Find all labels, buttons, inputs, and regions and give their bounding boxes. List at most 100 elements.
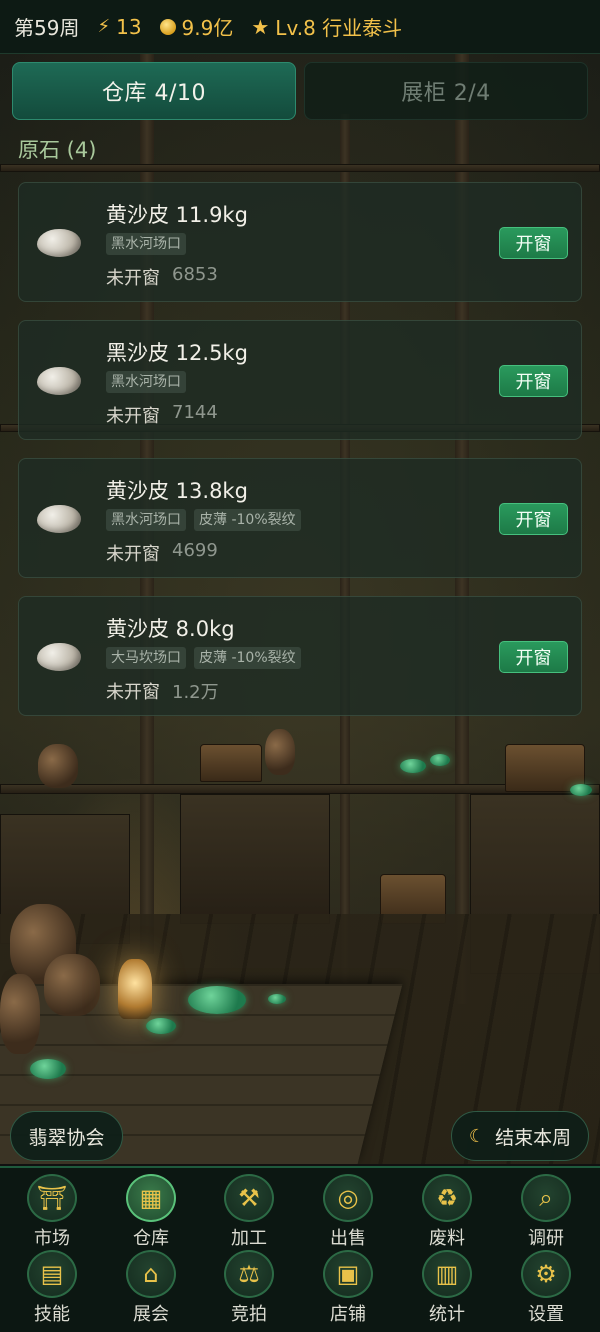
jade-stone	[146, 1018, 176, 1034]
nav-research[interactable]: ⌕ 调研	[501, 1174, 591, 1250]
raw-stone-icon	[37, 643, 81, 671]
treasure-chest	[200, 744, 262, 782]
jar	[265, 729, 295, 775]
tools-icon: ⚒	[224, 1174, 274, 1222]
nav-label: 调研	[528, 1228, 564, 1249]
nav-label: 技能	[34, 1304, 70, 1325]
nav-shop[interactable]: ▣ 店铺	[303, 1250, 393, 1326]
nav-label: 设置	[528, 1304, 564, 1325]
end-week-label: 结束本周	[495, 1126, 572, 1149]
nav-label: 竞拍	[231, 1304, 267, 1325]
status-text: 未开窗	[106, 682, 160, 703]
warehouse-icon: ▦	[126, 1174, 176, 1222]
tab-bar: 仓库 4/10 展柜 2/4	[12, 62, 588, 120]
open-window-button[interactable]: 开窗	[499, 641, 568, 673]
open-window-button[interactable]: 开窗	[499, 365, 568, 397]
status-text: 未开窗	[106, 544, 160, 565]
magnifier-icon: ⌕	[521, 1174, 571, 1222]
stone-name: 黄沙皮 8.0kg	[106, 617, 235, 641]
week-label: 第59周	[14, 16, 80, 40]
coin-icon	[159, 18, 176, 35]
origin-tag: 黑水河场口	[106, 233, 186, 255]
nav-label: 统计	[429, 1304, 465, 1325]
tab-warehouse[interactable]: 仓库 4/10	[12, 62, 296, 120]
raw-stone-icon	[37, 229, 81, 257]
coin-icon: ◎	[323, 1174, 373, 1222]
tag-list: 黑水河场口	[106, 371, 186, 393]
energy-stat: ⚡ 13	[97, 15, 141, 39]
tag-list: 大马坎场口 皮薄 -10%裂纹	[106, 647, 301, 669]
nav-label: 展会	[133, 1304, 169, 1325]
end-week-button[interactable]: ☾ 结束本周	[451, 1111, 589, 1161]
gear-icon: ⚙	[521, 1250, 571, 1298]
stone-value: 7144	[172, 402, 218, 423]
origin-tag: 大马坎场口	[106, 647, 186, 669]
nav-label: 店铺	[330, 1304, 366, 1325]
nav-market[interactable]: ⛩ 市场	[7, 1174, 97, 1250]
jade-stone	[570, 784, 592, 796]
stone-name: 黄沙皮 11.9kg	[106, 203, 248, 227]
tag-list: 黑水河场口	[106, 233, 186, 255]
raw-stone-icon	[37, 505, 81, 533]
stone-card[interactable]: 黑沙皮 12.5kg 黑水河场口 未开窗 7144 开窗	[18, 320, 582, 440]
stone-card[interactable]: 黄沙皮 11.9kg 黑水河场口 未开窗 6853 开窗	[18, 182, 582, 302]
energy-value: 13	[116, 14, 142, 39]
jar	[38, 744, 78, 788]
nav-settings[interactable]: ⚙ 设置	[501, 1250, 591, 1326]
nav-stats[interactable]: ▥ 统计	[402, 1250, 492, 1326]
jade-stone	[268, 994, 286, 1004]
hall-icon: ⌂	[126, 1250, 176, 1298]
gavel-icon: ⚖	[224, 1250, 274, 1298]
cabinet	[180, 794, 330, 924]
section-title: 原石 (4)	[18, 138, 97, 162]
association-label: 翡翠协会	[28, 1126, 105, 1149]
book-icon: ▤	[27, 1250, 77, 1298]
jade-stone	[430, 754, 450, 766]
level-stat: ★ Lv.8 行业泰斗	[251, 12, 402, 41]
status-text: 未开窗	[106, 406, 160, 427]
open-window-button[interactable]: 开窗	[499, 227, 568, 259]
stone-value: 4699	[172, 540, 218, 561]
association-button[interactable]: 翡翠协会	[10, 1111, 123, 1161]
status-text: 未开窗	[106, 268, 160, 289]
stone-value: 1.2万	[172, 682, 219, 703]
nav-exhibition[interactable]: ⌂ 展会	[106, 1250, 196, 1326]
tab-showcase[interactable]: 展柜 2/4	[304, 62, 588, 120]
nav-label: 加工	[231, 1228, 267, 1249]
jar	[44, 954, 100, 1016]
bottom-nav: ⛩ 市场 ▦ 仓库 ⚒ 加工 ◎ 出售 ♻ 废料 ⌕ 调研 ▤ 技能 ⌂ 展会 …	[0, 1166, 600, 1332]
origin-tag: 黑水河场口	[106, 371, 186, 393]
status-bar: 第59周 ⚡ 13 9.9亿 ★ Lv.8 行业泰斗	[0, 0, 600, 54]
nav-skills[interactable]: ▤ 技能	[7, 1250, 97, 1326]
tag-list: 黑水河场口 皮薄 -10%裂纹	[106, 509, 301, 531]
nav-process[interactable]: ⚒ 加工	[204, 1174, 294, 1250]
stone-card[interactable]: 黄沙皮 8.0kg 大马坎场口 皮薄 -10%裂纹 未开窗 1.2万 开窗	[18, 596, 582, 716]
nav-sell[interactable]: ◎ 出售	[303, 1174, 393, 1250]
nav-scrap[interactable]: ♻ 废料	[402, 1174, 492, 1250]
gate-icon: ⛩	[27, 1174, 77, 1222]
stone-status: 未开窗 6853	[106, 264, 218, 290]
nav-label: 市场	[34, 1228, 70, 1249]
star-icon: ★	[251, 14, 270, 39]
jar	[0, 974, 40, 1054]
stone-value: 6853	[172, 264, 218, 285]
chart-icon: ▥	[422, 1250, 472, 1298]
raw-stone-icon	[37, 367, 81, 395]
moon-icon: ☾	[468, 1125, 486, 1147]
stone-status: 未开窗 1.2万	[106, 678, 219, 704]
stone-name: 黑沙皮 12.5kg	[106, 341, 248, 365]
stone-status: 未开窗 7144	[106, 402, 218, 428]
nav-warehouse[interactable]: ▦ 仓库	[106, 1174, 196, 1250]
trait-tag: 皮薄 -10%裂纹	[194, 647, 301, 669]
stone-status: 未开窗 4699	[106, 540, 218, 566]
jade-stone	[30, 1059, 66, 1079]
lightning-icon: ⚡	[97, 16, 111, 37]
level-value: Lv.8 行业泰斗	[275, 16, 403, 40]
shop-icon: ▣	[323, 1250, 373, 1298]
recycle-icon: ♻	[422, 1174, 472, 1222]
open-window-button[interactable]: 开窗	[499, 503, 568, 535]
nav-auction[interactable]: ⚖ 竞拍	[204, 1250, 294, 1326]
coin-stat: 9.9亿	[159, 12, 233, 41]
jade-stone	[188, 986, 246, 1014]
stone-card[interactable]: 黄沙皮 13.8kg 黑水河场口 皮薄 -10%裂纹 未开窗 4699 开窗	[18, 458, 582, 578]
